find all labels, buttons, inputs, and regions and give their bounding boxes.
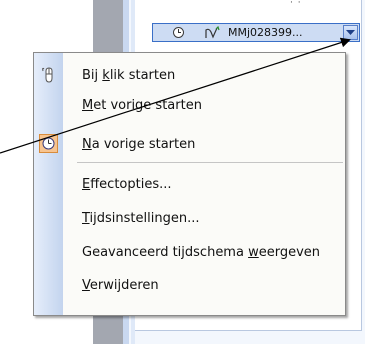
annotation-arrow	[0, 37, 351, 154]
